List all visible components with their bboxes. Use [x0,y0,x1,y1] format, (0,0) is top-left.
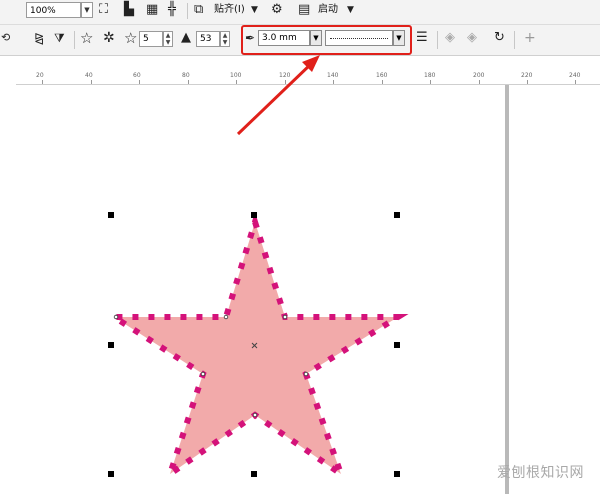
annotation-arrow [236,55,320,136]
selection-handle-top-left [108,212,114,218]
watermark-text: 爱刨根知识网 [497,465,584,481]
selection-handle-middle-right [394,342,400,348]
selection-handle-bottom-left [108,471,114,477]
star-shape[interactable] [103,211,409,482]
star-fill [114,222,398,474]
selection-handle-top-center [251,212,257,218]
drawing-canvas[interactable] [0,0,600,494]
selection-handle-top-right [394,212,400,218]
selection-handle-bottom-center [251,471,257,477]
selection-handle-bottom-right [394,471,400,477]
selection-handle-middle-left [108,342,114,348]
